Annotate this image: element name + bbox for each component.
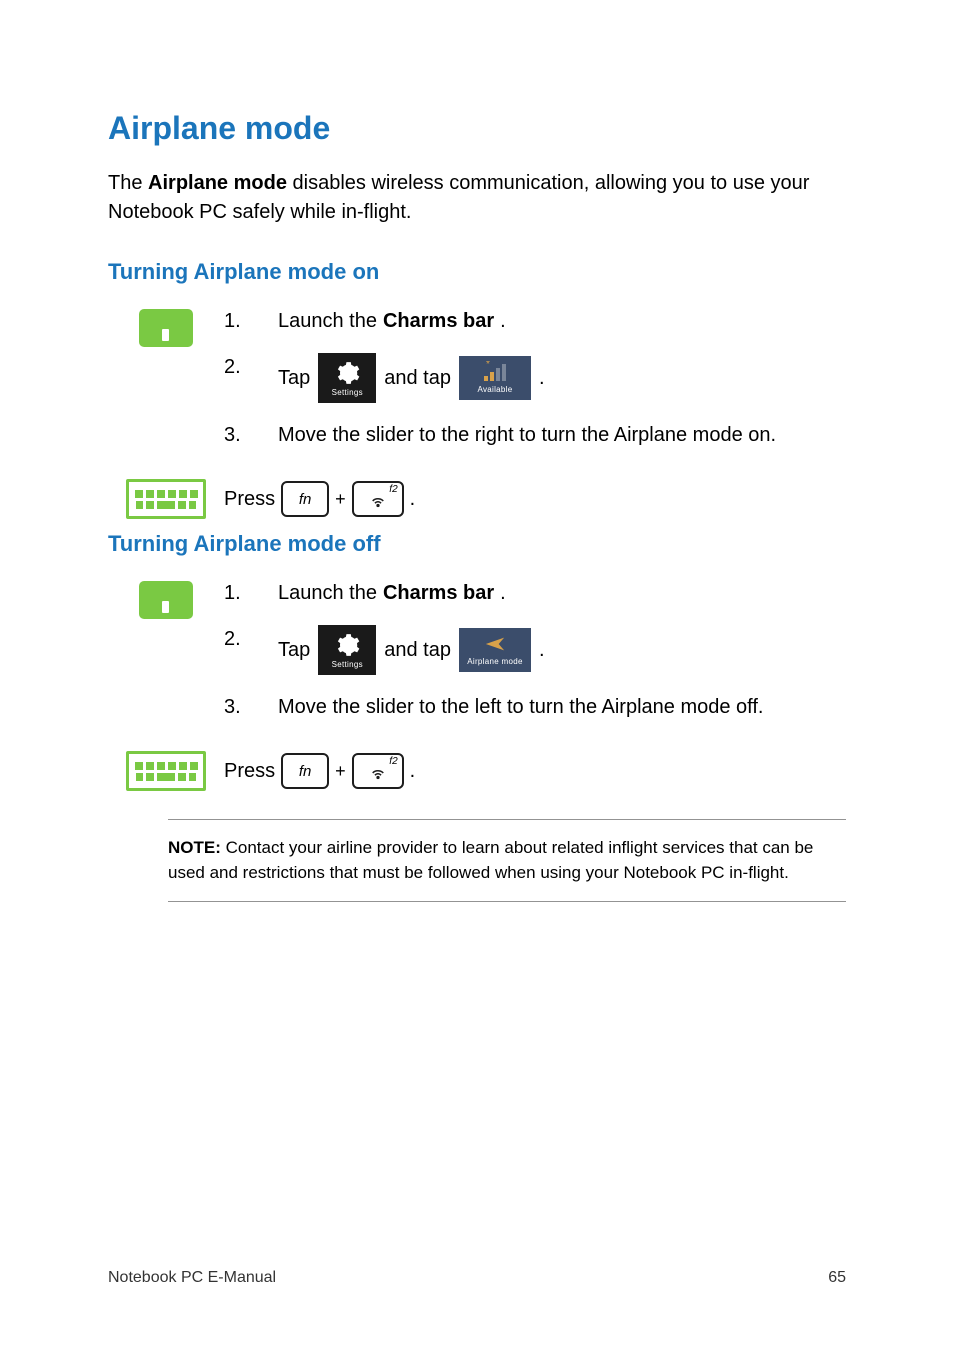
- plus-sign: +: [335, 489, 346, 510]
- step-num: 3.: [224, 693, 278, 721]
- settings-tile: Settings: [318, 353, 376, 403]
- step2-tap: Tap: [278, 364, 310, 392]
- plus-sign: +: [335, 761, 346, 782]
- f2-key-icon: f2: [352, 481, 404, 517]
- keyboard-icon: [126, 751, 206, 791]
- fn-key-icon: fn: [281, 481, 329, 517]
- intro-pre: The: [108, 172, 148, 194]
- available-tile: * Available: [459, 356, 531, 400]
- fn-key-icon: fn: [281, 753, 329, 789]
- step-num: 2.: [224, 625, 278, 653]
- press-period: .: [410, 760, 416, 783]
- step1-bold: Charms bar: [383, 579, 494, 607]
- touchpad-icon: [139, 581, 193, 619]
- step-num: 2.: [224, 353, 278, 381]
- page-title: Airplane mode: [108, 110, 846, 147]
- step1-pre: Launch the: [278, 307, 377, 335]
- step1-pre: Launch the: [278, 579, 377, 607]
- page-number: 65: [828, 1269, 846, 1287]
- heading-off: Turning Airplane mode off: [108, 531, 846, 557]
- settings-tile: Settings: [318, 625, 376, 675]
- settings-label: Settings: [332, 387, 363, 398]
- note-block: NOTE: Contact your airline provider to l…: [168, 819, 846, 902]
- press-label: Press: [224, 760, 275, 783]
- f2-key-icon: f2: [352, 753, 404, 789]
- intro-bold: Airplane mode: [148, 172, 287, 194]
- step1-bold: Charms bar: [383, 307, 494, 335]
- available-label: Available: [477, 384, 512, 395]
- step3-text: Move the slider to the left to turn the …: [278, 693, 846, 721]
- step2-period: .: [539, 364, 545, 392]
- signal-bars-icon: *: [480, 361, 510, 383]
- touchpad-icon: [139, 309, 193, 347]
- svg-text:*: *: [486, 361, 490, 370]
- step2-andtap: and tap: [384, 636, 451, 664]
- airplane-icon: [484, 633, 506, 655]
- step2-period: .: [539, 636, 545, 664]
- keyboard-icon: [126, 479, 206, 519]
- f2-label: f2: [389, 484, 397, 495]
- step2-tap: Tap: [278, 636, 310, 664]
- heading-on: Turning Airplane mode on: [108, 259, 846, 285]
- gear-icon: [334, 632, 360, 658]
- intro-paragraph: The Airplane mode disables wireless comm…: [108, 169, 846, 227]
- settings-label: Settings: [332, 659, 363, 670]
- step-num: 1.: [224, 579, 278, 607]
- step1-post: .: [500, 307, 506, 335]
- step-num: 3.: [224, 421, 278, 449]
- step1-post: .: [500, 579, 506, 607]
- airplane-label: Airplane mode: [467, 656, 523, 667]
- page-footer: Notebook PC E-Manual 65: [108, 1269, 846, 1287]
- step-num: 1.: [224, 307, 278, 335]
- step3-text: Move the slider to the right to turn the…: [278, 421, 846, 449]
- airplane-mode-tile: Airplane mode: [459, 628, 531, 672]
- gear-icon: [334, 360, 360, 386]
- note-text: Contact your airline provider to learn a…: [168, 838, 813, 882]
- wireless-icon: [369, 764, 387, 782]
- footer-left: Notebook PC E-Manual: [108, 1269, 276, 1287]
- step2-andtap: and tap: [384, 364, 451, 392]
- f2-label: f2: [389, 756, 397, 767]
- press-period: .: [410, 488, 416, 511]
- note-label: NOTE:: [168, 838, 221, 857]
- press-label: Press: [224, 488, 275, 511]
- wireless-icon: [369, 492, 387, 510]
